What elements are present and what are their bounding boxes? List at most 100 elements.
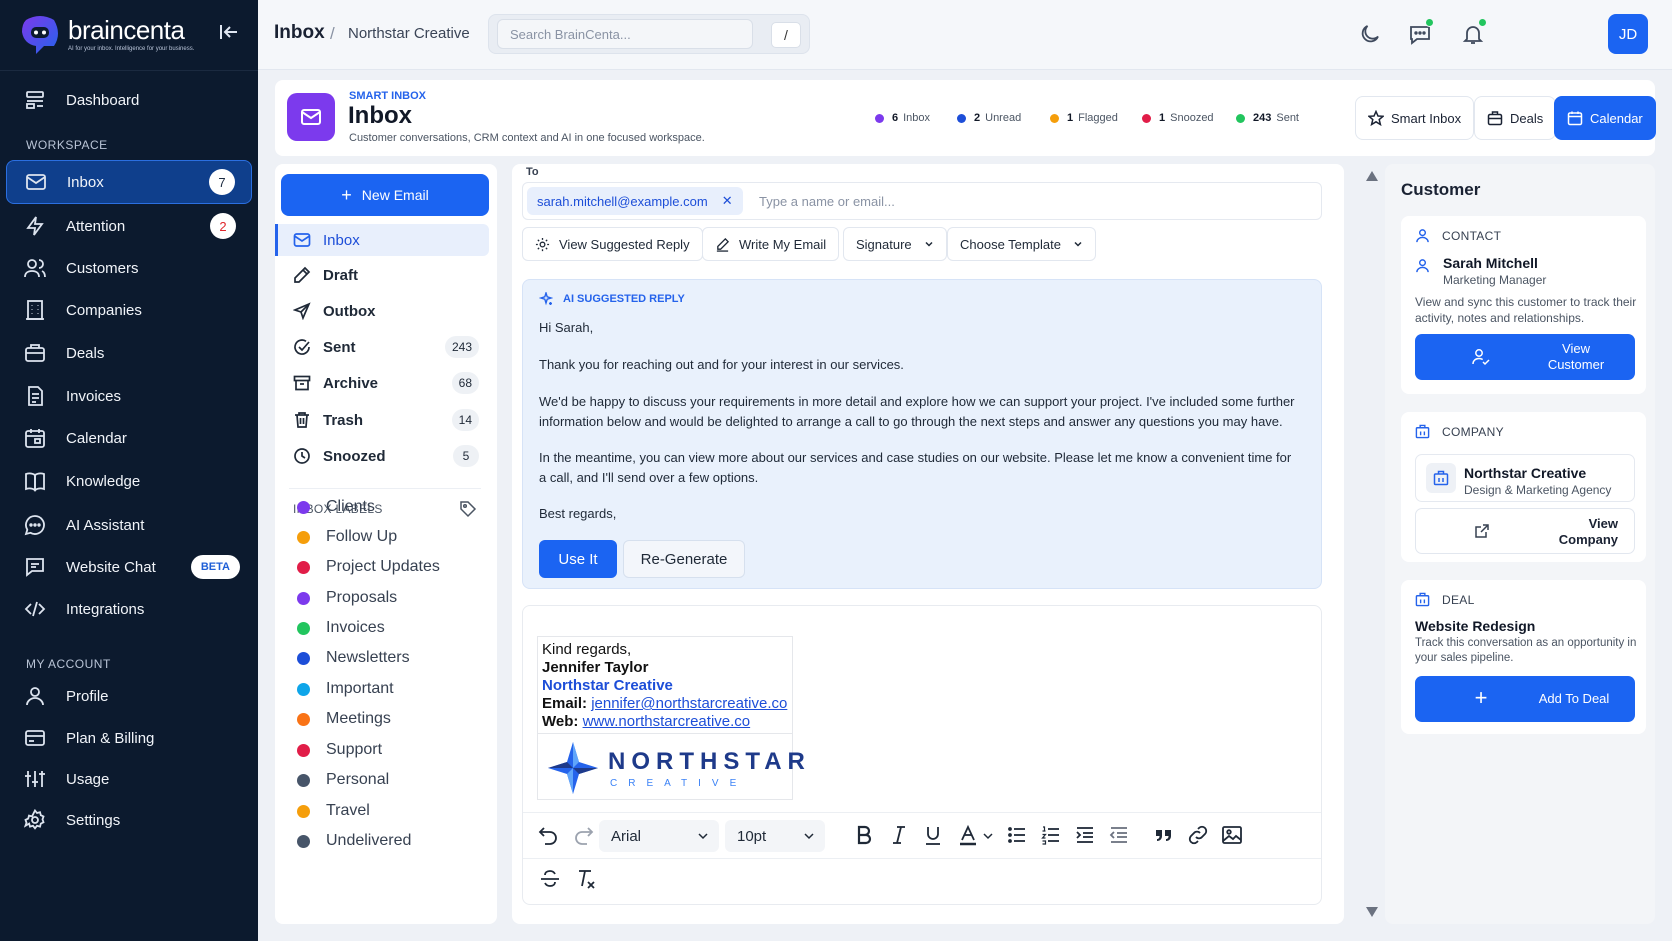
choose-template-dropdown[interactable]: Choose Template xyxy=(947,227,1096,261)
label-undelivered[interactable]: Undelivered xyxy=(297,832,411,850)
sidebar-item-deals[interactable]: Deals xyxy=(6,331,252,375)
bold-icon[interactable] xyxy=(853,824,875,846)
sidebar-item-settings[interactable]: Settings xyxy=(6,798,252,842)
top-bar: Inbox / Northstar Creative / JD xyxy=(258,0,1672,70)
recipient-input[interactable] xyxy=(759,189,1259,213)
stat-sent[interactable]: 243 Sent xyxy=(1236,112,1299,124)
redo-icon[interactable] xyxy=(573,824,595,846)
user-icon xyxy=(1416,229,1429,243)
view-company-button[interactable]: View Company xyxy=(1415,508,1635,554)
font-family-select[interactable]: Arial xyxy=(599,820,719,852)
numbered-list-icon[interactable] xyxy=(1040,824,1062,846)
scroll-up-arrow-icon[interactable] xyxy=(1365,170,1379,182)
label-proposals[interactable]: Proposals xyxy=(297,589,397,607)
deal-heading: DEAL xyxy=(1415,592,1475,607)
label-personal[interactable]: Personal xyxy=(297,771,389,789)
font-size-select[interactable]: 10pt xyxy=(725,820,825,852)
bullet-list-icon[interactable] xyxy=(1006,824,1028,846)
strikethrough-icon[interactable] xyxy=(539,868,561,890)
label-follow-up[interactable]: Follow Up xyxy=(297,528,397,546)
folder-draft[interactable]: Draft xyxy=(275,259,489,291)
toolbar-divider xyxy=(523,812,1321,813)
recipient-chip[interactable]: sarah.mitchell@example.com ✕ xyxy=(527,187,743,215)
stat-flagged[interactable]: 1 Flagged xyxy=(1050,112,1118,124)
new-email-button[interactable]: + New Email xyxy=(281,174,489,216)
folder-archive[interactable]: Archive 68 xyxy=(275,367,489,399)
sidebar-item-knowledge[interactable]: Knowledge xyxy=(6,459,252,503)
undo-icon[interactable] xyxy=(537,824,559,846)
smart-inbox-button[interactable]: Smart Inbox xyxy=(1355,96,1475,140)
add-to-deal-button[interactable]: + Add To Deal xyxy=(1415,676,1635,722)
signature-email-link[interactable]: jennifer@northstarcreative.co xyxy=(591,695,787,712)
toolbar-divider xyxy=(523,858,1321,859)
email-editor[interactable]: Kind regards, Jennifer Taylor Northstar … xyxy=(522,605,1322,905)
label-text: Personal xyxy=(326,771,390,788)
clear-formatting-icon[interactable] xyxy=(575,868,597,890)
view-customer-button[interactable]: View Customer xyxy=(1415,334,1635,380)
avatar[interactable]: JD xyxy=(1608,14,1648,54)
calendar-button[interactable]: Calendar xyxy=(1554,96,1656,140)
label-meetings[interactable]: Meetings xyxy=(297,710,391,728)
stat-snoozed[interactable]: 1 Snoozed xyxy=(1142,112,1214,124)
sidebar-item-customers[interactable]: Customers xyxy=(6,246,252,290)
indent-icon[interactable] xyxy=(1074,824,1096,846)
write-my-email-button[interactable]: Write My Email xyxy=(702,227,840,261)
label-important[interactable]: Important xyxy=(297,680,394,698)
remove-recipient-icon[interactable]: ✕ xyxy=(722,193,733,209)
text-color-icon[interactable] xyxy=(957,824,979,846)
chevron-down-icon[interactable] xyxy=(982,830,994,842)
folder-inbox[interactable]: Inbox xyxy=(275,224,489,256)
link-icon[interactable] xyxy=(1187,824,1209,846)
sidebar-item-companies[interactable]: Companies xyxy=(6,288,252,332)
contact-name[interactable]: Sarah Mitchell xyxy=(1443,255,1538,271)
label-support[interactable]: Support xyxy=(297,741,382,759)
sidebar-item-profile[interactable]: Profile xyxy=(6,674,252,718)
sidebar-item-inbox[interactable]: Inbox 7 xyxy=(6,160,252,204)
label-invoices[interactable]: Invoices xyxy=(297,619,385,637)
company-summary[interactable]: Northstar Creative Design & Marketing Ag… xyxy=(1415,454,1635,502)
view-suggested-reply-button[interactable]: View Suggested Reply xyxy=(522,227,703,261)
sparkle-gear-icon xyxy=(535,237,550,251)
stat-inbox[interactable]: 6 Inbox xyxy=(875,112,930,124)
sidebar-item-plan-billing[interactable]: Plan & Billing xyxy=(6,716,252,760)
image-icon[interactable] xyxy=(1221,824,1243,846)
label-text: Undelivered xyxy=(326,832,412,849)
breadcrumb-title[interactable]: Inbox xyxy=(274,22,325,44)
folder-outbox[interactable]: Outbox xyxy=(275,295,489,327)
sidebar-item-invoices[interactable]: Invoices xyxy=(6,374,252,418)
moon-icon[interactable] xyxy=(1358,22,1382,46)
sidebar-item-usage[interactable]: Usage xyxy=(6,757,252,801)
sidebar-item-website-chat[interactable]: Website Chat BETA xyxy=(6,545,252,589)
to-field[interactable]: sarah.mitchell@example.com ✕ xyxy=(522,182,1322,220)
folder-sent[interactable]: Sent 243 xyxy=(275,331,489,363)
outdent-icon[interactable] xyxy=(1108,824,1130,846)
underline-icon[interactable] xyxy=(922,824,944,846)
blockquote-icon[interactable] xyxy=(1153,824,1175,846)
tag-icon[interactable] xyxy=(459,500,477,518)
sidebar-item-ai-assistant[interactable]: AI Assistant xyxy=(6,503,252,547)
sidebar-item-dashboard[interactable]: Dashboard xyxy=(6,78,252,122)
label-clients[interactable]: Clients xyxy=(297,498,375,516)
signature-dropdown[interactable]: Signature xyxy=(843,227,947,261)
collapse-sidebar-icon[interactable] xyxy=(218,22,240,42)
label-newsletters[interactable]: Newsletters xyxy=(297,649,410,667)
signature-web-link[interactable]: www.northstarcreative.co xyxy=(583,713,751,730)
label-text: Important xyxy=(326,680,394,697)
use-it-button[interactable]: Use It xyxy=(539,540,617,578)
sidebar-item-integrations[interactable]: Integrations xyxy=(6,587,252,631)
search-input[interactable] xyxy=(497,19,753,49)
ai-suggested-reply-card: AI SUGGESTED REPLY Hi Sarah, Thank you f… xyxy=(522,279,1322,589)
folder-trash[interactable]: Trash 14 xyxy=(275,404,489,436)
folder-snoozed[interactable]: Snoozed 5 xyxy=(275,440,489,472)
stat-label: Inbox xyxy=(903,112,931,124)
scroll-down-arrow-icon[interactable] xyxy=(1365,906,1379,918)
label-travel[interactable]: Travel xyxy=(297,802,370,820)
label-project-updates[interactable]: Project Updates xyxy=(297,558,440,576)
sidebar-item-calendar[interactable]: Calendar xyxy=(6,416,252,460)
stat-unread[interactable]: 2 Unread xyxy=(957,112,1021,124)
regenerate-button[interactable]: Re-Generate xyxy=(623,540,745,578)
sidebar-item-attention[interactable]: Attention 2 xyxy=(6,204,252,248)
italic-icon[interactable] xyxy=(888,824,910,846)
app-logo[interactable]: braincenta AI for your inbox. Intelligen… xyxy=(18,12,194,56)
deals-button[interactable]: Deals xyxy=(1474,96,1557,140)
